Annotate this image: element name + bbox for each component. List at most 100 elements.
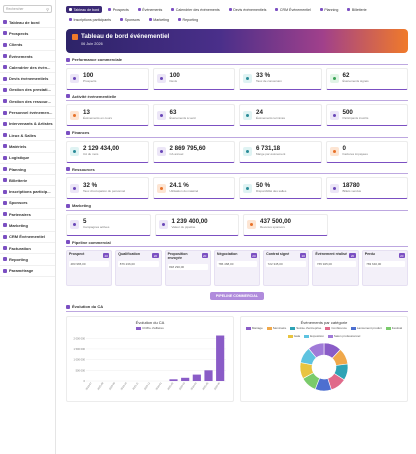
legend-swatch: [266, 326, 272, 330]
sidebar-item-label: Logistique: [9, 155, 30, 161]
sidebar-item[interactable]: Gestion des prestati...: [0, 85, 55, 97]
sidebar-item[interactable]: Gestion des ressour...: [0, 96, 55, 108]
tab[interactable]: Calendrier des événements: [168, 6, 222, 13]
sidebar-item-label: Prospects: [9, 30, 29, 36]
legend-label: Gala: [293, 334, 301, 338]
tab[interactable]: Prospects: [105, 6, 131, 13]
section-heading-finances: Finances: [66, 130, 408, 135]
stage-name: Qualification: [118, 252, 141, 256]
sidebar-item[interactable]: Sponsors: [0, 198, 55, 210]
sidebar-item-label: Calendrier des évén...: [9, 64, 51, 70]
legend-label: Séminaire: [272, 326, 287, 330]
sidebar-item[interactable]: CRM Événementiel: [0, 232, 55, 243]
sidebar-item[interactable]: Paramétrage: [0, 266, 55, 277]
menu-icon: [3, 121, 7, 126]
sidebar-item[interactable]: Événements: [0, 51, 55, 63]
sidebar-item[interactable]: Calendrier des évén...: [0, 62, 55, 74]
menu-icon: [3, 189, 7, 194]
kpi-icon: [329, 74, 339, 83]
kpi-card: 6 731,18 Marge par événement: [239, 140, 322, 163]
pipeline-stage[interactable]: Qualification 20 876 236,00: [115, 250, 162, 286]
tab[interactable]: Inscriptions participants: [66, 16, 114, 23]
tab-icon: [137, 8, 141, 11]
tab[interactable]: Billetterie: [344, 6, 369, 13]
sidebar-search-input[interactable]: Rechercher ⚲: [3, 5, 52, 13]
sidebar-item[interactable]: Lieux & Salles: [0, 130, 55, 142]
search-icon: ⚲: [46, 6, 49, 12]
kpi-label: Événements en cours: [83, 115, 113, 120]
stage-amount: 722 345,00: [266, 261, 307, 267]
revenue-bar: [216, 335, 225, 381]
section-title: Performance commerciale: [72, 57, 123, 62]
pipeline-stage[interactable]: Proposition envoyée 20 818 290,00: [164, 250, 211, 286]
sidebar-item-label: Billetterie: [9, 177, 28, 183]
kpi-card: 24 Événements terminés: [239, 104, 322, 126]
pipeline-board: Prospect 20 483 965,00 Qualification 20 876 2…: [66, 250, 408, 286]
sidebar-item[interactable]: Billetterie: [0, 175, 55, 187]
section-heading-activite: Activité événementielle: [66, 94, 408, 99]
revenue-bar: [181, 377, 190, 381]
menu-icon: [3, 212, 7, 217]
page-date: 06 Juin 2026: [81, 42, 103, 46]
sidebar-item[interactable]: Prospects: [0, 28, 55, 40]
pipeline-stage[interactable]: Négociation 20 786 468,00: [213, 250, 261, 286]
tab[interactable]: Planning: [317, 6, 342, 13]
stage-count-badge: 20: [250, 253, 258, 258]
tab-label: Prospects: [112, 7, 129, 12]
revenue-bar: [192, 374, 201, 381]
kpi-icon: [70, 183, 79, 193]
sidebar-item[interactable]: Marketing: [0, 220, 55, 232]
pipeline-stage[interactable]: Prospect 20 483 965,00: [66, 250, 113, 286]
kpi-row: 2 129 434,00 CA du mois 2 869 795,60 CA ann…: [66, 140, 408, 163]
sidebar-item[interactable]: Logistique: [0, 153, 55, 164]
tab-label: Sponsors: [124, 17, 140, 22]
sidebar-item[interactable]: Personnel événemen...: [0, 107, 55, 119]
tab-icon: [148, 18, 152, 21]
tab[interactable]: Événements: [135, 6, 165, 13]
stage-amount: 818 290,00: [167, 263, 208, 270]
tab-label: Planning: [324, 7, 339, 12]
sidebar-item[interactable]: Facturation: [0, 243, 55, 255]
sidebar-item[interactable]: Matériels: [0, 141, 55, 153]
tab[interactable]: Sponsors: [117, 16, 143, 23]
tab[interactable]: Marketing: [146, 16, 172, 23]
sidebar-item[interactable]: Inscriptions particip...: [0, 186, 55, 198]
kpi-icon: [70, 220, 79, 229]
kpi-card: 437 500,00 Revenus sponsors: [243, 213, 328, 236]
kpi-label: Taux d'occupation du personnel: [83, 188, 126, 193]
pipeline-stage[interactable]: Contrat signé 20 722 345,00: [263, 250, 310, 286]
sidebar-item[interactable]: Reporting: [0, 254, 55, 266]
kpi-card: 500 Participants inscrits: [325, 104, 408, 126]
tab-icon: [69, 8, 72, 11]
kpi-card: 2 869 795,60 CA annuel: [152, 140, 235, 163]
legend-label: Festival: [391, 326, 403, 330]
chart-title: Évolution du CA: [135, 319, 165, 325]
tab-icon: [108, 8, 112, 11]
sidebar-item[interactable]: Tableau de bord: [0, 17, 55, 29]
tab[interactable]: CRM Événementiel: [272, 6, 313, 13]
sidebar-item[interactable]: Devis événementiels: [0, 73, 55, 85]
section-divider: [66, 246, 408, 247]
pipeline-stage[interactable]: Événement réalisé 20 765 945,00: [312, 250, 359, 286]
tab-icon: [319, 8, 323, 11]
sidebar-item-label: Matériels: [9, 143, 27, 149]
chart-legend: Mariage Séminaire Soirée d'entreprise Confé…: [244, 326, 404, 338]
sidebar-item[interactable]: Partenaires: [0, 209, 55, 221]
x-tick-label: 2025-10: [120, 381, 128, 390]
tab[interactable]: Reporting: [175, 16, 201, 23]
sidebar-item[interactable]: Planning: [0, 164, 55, 176]
sidebar-item[interactable]: Intervenants & Artistes: [0, 119, 55, 130]
pipeline-stage[interactable]: Perdu 20 783 640,00: [361, 250, 408, 286]
kpi-card: 13 Événements en cours: [66, 104, 149, 126]
x-tick-label: 2026-05: [202, 381, 210, 390]
pipeline-button[interactable]: PIPELINE COMMERCIAL: [210, 292, 264, 300]
kpi-card: 5 Campagnes actives: [66, 213, 151, 236]
legend-label: Conférence: [331, 326, 347, 330]
section-divider: [66, 310, 408, 312]
tab[interactable]: Tableau de bord: [66, 6, 103, 13]
section-heading-marketing: Marketing: [66, 203, 408, 208]
tab[interactable]: Devis événementiels: [226, 6, 270, 13]
tab-icon: [69, 18, 72, 21]
section-title: Finances: [72, 130, 90, 135]
sidebar-item[interactable]: Clients: [0, 40, 55, 51]
